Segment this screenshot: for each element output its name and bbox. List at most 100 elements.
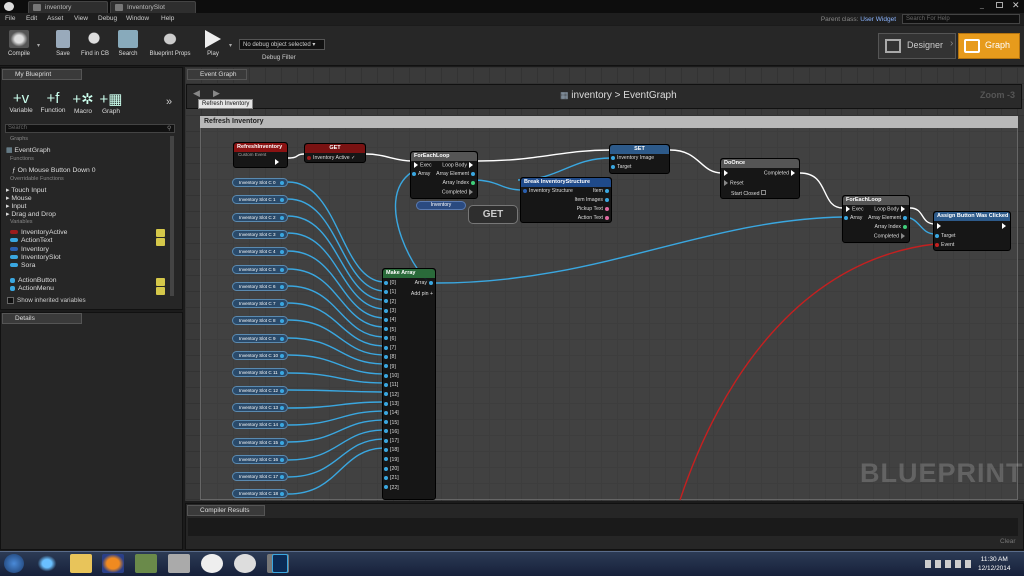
get-array-item-node[interactable]: GET: [468, 205, 518, 224]
array-index-pin[interactable]: Array Index: [874, 224, 907, 230]
inventory-slot-variable-node[interactable]: Inventory Slot C 14: [232, 420, 288, 430]
array-item-pin[interactable]: [15]: [384, 420, 399, 426]
inventory-slot-variable-node[interactable]: Inventory Slot C 5: [232, 264, 288, 274]
output-pin[interactable]: [280, 457, 284, 462]
array-item-pin[interactable]: [10]: [384, 373, 399, 379]
get-inventory-active-node[interactable]: GET Inventory Active ✓: [304, 143, 366, 163]
inventory-slot-variable-node[interactable]: Inventory Slot C 6: [232, 281, 288, 291]
inventory-image-pin[interactable]: Inventory Image: [611, 155, 654, 161]
refresh-inventory-event-node[interactable]: RefreshInventory Custom Event: [233, 142, 288, 168]
assign-button-was-clicked-node[interactable]: Assign Button Was Clicked Target Event: [933, 211, 1011, 251]
inventory-slot-variable-node[interactable]: Inventory Slot C 8: [232, 316, 288, 326]
array-item-pin[interactable]: [18]: [384, 447, 399, 453]
output-pin[interactable]: [280, 267, 284, 272]
photo-app-icon[interactable]: [135, 554, 157, 573]
array-out-pin[interactable]: Array: [415, 280, 433, 286]
array-item-pin[interactable]: [8]: [384, 354, 396, 360]
output-pin[interactable]: [280, 232, 284, 237]
pickup-text-pin[interactable]: Pickup Text: [577, 206, 609, 212]
inventory-slot-variable-node[interactable]: Inventory Slot C 18: [232, 489, 288, 499]
exec-in-pin[interactable]: Exec: [844, 206, 864, 212]
output-pin[interactable]: [280, 388, 284, 393]
tab-compiler-results[interactable]: Compiler Results: [187, 505, 265, 516]
output-pin[interactable]: [280, 440, 284, 445]
output-pin[interactable]: [280, 319, 284, 324]
inventory-slot-variable-node[interactable]: Inventory Slot C 0: [232, 178, 288, 187]
output-pin[interactable]: [280, 198, 284, 203]
exec-in-pin[interactable]: [722, 170, 730, 176]
inventory-slot-variable-node[interactable]: Inventory Slot C 11: [232, 368, 288, 378]
exec-in-pin[interactable]: Exec: [412, 162, 432, 168]
array-item-pin[interactable]: [22]: [384, 485, 399, 491]
inventory-variable-node[interactable]: Inventory: [416, 201, 466, 210]
unreal-engine-icon[interactable]: [201, 554, 223, 573]
output-pin[interactable]: [280, 371, 284, 376]
file-explorer-icon[interactable]: [70, 554, 92, 573]
event-pin[interactable]: Event: [935, 242, 954, 248]
array-in-pin[interactable]: Array: [844, 215, 862, 221]
output-pin[interactable]: [280, 475, 284, 480]
firefox-icon[interactable]: [102, 554, 124, 573]
loop-body-pin[interactable]: Loop Body: [874, 206, 907, 212]
completed-pin[interactable]: Completed: [442, 189, 475, 195]
array-item-pin[interactable]: [21]: [384, 475, 399, 481]
start-button-icon[interactable]: [4, 554, 24, 573]
array-in-pin[interactable]: Array: [412, 171, 430, 177]
inventory-slot-variable-node[interactable]: Inventory Slot C 17: [232, 472, 288, 482]
array-item-pin[interactable]: [4]: [384, 317, 396, 323]
output-pin[interactable]: [280, 405, 284, 410]
output-pin[interactable]: [280, 284, 284, 289]
item-pin[interactable]: Item: [593, 188, 609, 194]
array-item-pin[interactable]: [9]: [384, 364, 396, 370]
set-inventory-image-node[interactable]: SET Inventory Image Target: [609, 144, 670, 174]
array-element-pin[interactable]: Array Element: [436, 171, 475, 177]
foreach-loop-node-2[interactable]: ForEachLoop Exec Array Loop Body Array E…: [842, 195, 910, 243]
array-element-pin[interactable]: Array Element: [868, 215, 907, 221]
internet-explorer-icon[interactable]: [36, 554, 58, 573]
exec-out-pin[interactable]: [1000, 223, 1008, 229]
array-item-pin[interactable]: [2]: [384, 299, 396, 305]
output-pin[interactable]: [280, 181, 284, 185]
output-pin[interactable]: [280, 336, 284, 341]
unreal-editor-icon[interactable]: [234, 554, 256, 573]
make-array-node[interactable]: Make Array Array Add pin + [0] [1] [2] [3] […: [382, 268, 436, 500]
inventory-slot-variable-node[interactable]: Inventory Slot C 13: [232, 402, 288, 412]
start-closed-pin[interactable]: Start Closed: [731, 190, 766, 197]
action-text-pin[interactable]: Action Text: [578, 215, 609, 221]
inventory-slot-variable-node[interactable]: Inventory Slot C 1: [232, 195, 288, 205]
array-item-pin[interactable]: [6]: [384, 336, 396, 342]
output-pin[interactable]: [280, 354, 284, 358]
add-pin-button[interactable]: Add pin +: [411, 291, 433, 297]
array-item-pin[interactable]: [14]: [384, 410, 399, 416]
array-item-pin[interactable]: [3]: [384, 308, 396, 314]
inventory-slot-variable-node[interactable]: Inventory Slot C 15: [232, 437, 288, 447]
break-inventory-structure-node[interactable]: Break InventoryStructure Inventory Struc…: [520, 177, 612, 223]
item-images-pin[interactable]: Item Images: [574, 197, 609, 203]
array-item-pin[interactable]: [0]: [384, 280, 396, 286]
exec-out-pin[interactable]: [273, 159, 281, 165]
array-item-pin[interactable]: [7]: [384, 345, 396, 351]
array-item-pin[interactable]: [11]: [384, 382, 398, 388]
inventory-slot-variable-node[interactable]: Inventory Slot C 10: [232, 351, 288, 360]
array-item-pin[interactable]: [12]: [384, 392, 399, 398]
output-pin[interactable]: [280, 492, 284, 497]
array-item-pin[interactable]: [16]: [384, 429, 399, 435]
unity-icon[interactable]: [168, 554, 190, 573]
output-pin[interactable]: [280, 302, 284, 307]
inventory-slot-variable-node[interactable]: Inventory Slot C 2: [232, 212, 288, 222]
array-item-pin[interactable]: [19]: [384, 457, 399, 463]
array-item-pin[interactable]: [5]: [384, 327, 396, 333]
photoshop-icon[interactable]: [272, 554, 288, 573]
checkbox-icon[interactable]: ✓: [351, 155, 355, 161]
array-index-pin[interactable]: Array Index: [442, 180, 475, 186]
output-pin[interactable]: [280, 215, 284, 220]
inventory-structure-pin[interactable]: Inventory Structure: [523, 188, 573, 194]
completed-pin[interactable]: Completed: [874, 233, 907, 239]
taskbar-clock[interactable]: 11:30 AM 12/12/2014: [978, 555, 1011, 573]
inventory-active-pin[interactable]: Inventory Active ✓: [307, 155, 355, 161]
exec-in-pin[interactable]: [935, 223, 943, 229]
inventory-slot-variable-node[interactable]: Inventory Slot C 16: [232, 454, 288, 464]
inventory-slot-variable-node[interactable]: Inventory Slot C 4: [232, 247, 288, 257]
target-pin[interactable]: Target: [611, 164, 631, 170]
clear-button[interactable]: Clear: [1000, 538, 1016, 545]
